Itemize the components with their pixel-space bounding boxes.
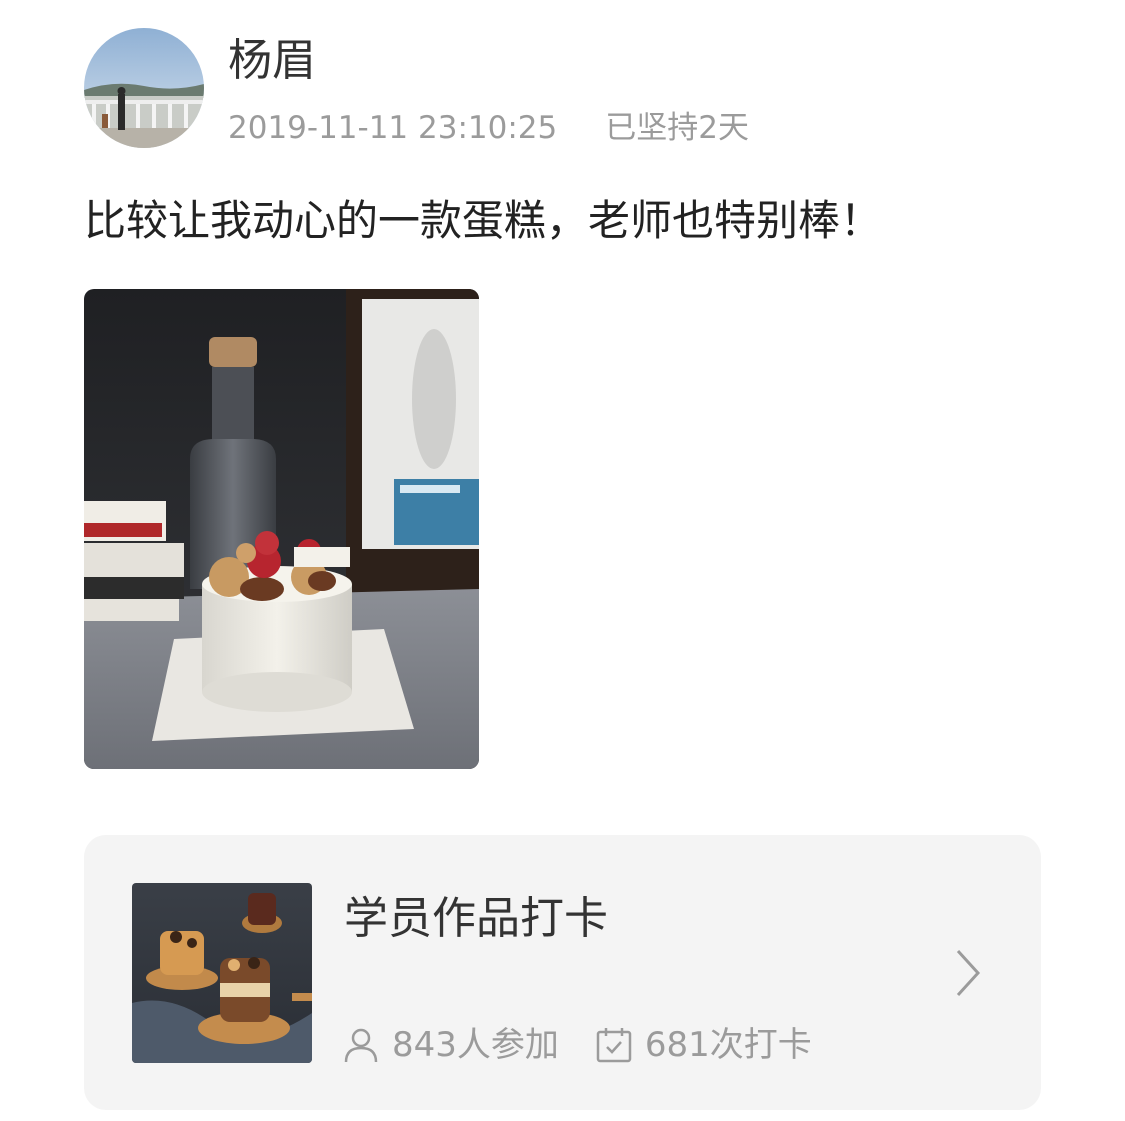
course-card[interactable]: 学员作品打卡 843人参加 681次打卡 (84, 835, 1041, 1110)
avatar[interactable] (84, 28, 204, 148)
course-title: 学员作品打卡 (344, 893, 608, 944)
course-thumbnail (132, 883, 312, 1063)
post-timestamp: 2019-11-11 23:10:25 (228, 110, 558, 146)
checkins-count: 681次打卡 (644, 1025, 812, 1065)
course-stats: 843人参加 681次打卡 (342, 1023, 812, 1067)
streak-label: 已坚持2天 (605, 110, 749, 146)
participants-count: 843人参加 (392, 1025, 559, 1065)
checkins-stat: 681次打卡 (595, 1023, 812, 1067)
post-meta: 2019-11-11 23:10:25 已坚持2天 (228, 108, 749, 148)
author-name[interactable]: 杨眉 (228, 33, 316, 89)
post-photo[interactable] (84, 289, 479, 769)
course-thumbnail-image (132, 883, 312, 1063)
cake-photo (84, 289, 479, 769)
calendar-check-icon (596, 1028, 632, 1063)
post-text: 比较让我动心的一款蛋糕，老师也特别棒！ (84, 196, 883, 245)
person-icon (344, 1028, 378, 1063)
chevron-right-icon[interactable] (952, 947, 984, 999)
avatar-image (84, 28, 204, 148)
participants-stat: 843人参加 (342, 1023, 559, 1067)
